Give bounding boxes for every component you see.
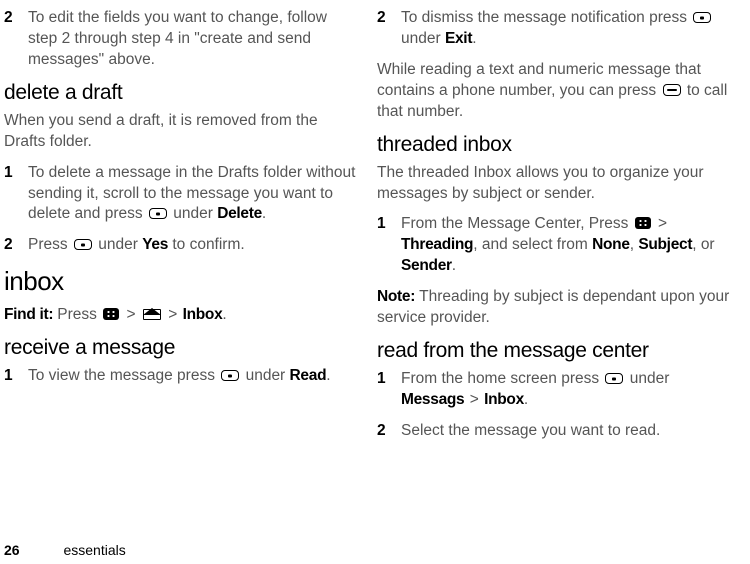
heading-receive-message: receive a message <box>4 336 357 360</box>
step-body: From the Message Center, Press > Threadi… <box>401 214 730 277</box>
text: , and select from <box>473 236 592 253</box>
step-threading-1: 1 From the Message Center, Press > Threa… <box>377 214 730 277</box>
text: Press <box>57 306 101 323</box>
step-number: 2 <box>4 8 28 71</box>
text: , or <box>692 236 714 253</box>
step-delete-2: 2 Press under Yes to confirm. <box>4 235 357 256</box>
text: . <box>524 391 528 408</box>
step-receive-1: 1 To view the message press under Read. <box>4 366 357 387</box>
step-readcenter-2: 2 Select the message you want to read. <box>377 421 730 442</box>
step-number: 2 <box>377 421 401 442</box>
bold-none: None <box>592 236 630 253</box>
step-body: To view the message press under Read. <box>28 366 357 387</box>
text: . <box>472 30 476 47</box>
bold-read: Read <box>290 367 327 384</box>
heading-threaded-inbox: threaded inbox <box>377 133 730 157</box>
step-readcenter-1: 1 From the home screen press under Messa… <box>377 369 730 411</box>
step-body: Press under Yes to confirm. <box>28 235 357 256</box>
right-column: 2 To dismiss the message notification pr… <box>377 8 730 536</box>
page-footer: 26 essentials <box>4 542 126 558</box>
menu-grid-icon <box>103 308 119 320</box>
bold-inbox: Inbox <box>484 391 524 408</box>
footer-section: essentials <box>63 542 125 558</box>
step-body: To edit the fields you want to change, f… <box>28 8 357 71</box>
step-number: 1 <box>377 369 401 411</box>
step-delete-1: 1 To delete a message in the Drafts fold… <box>4 163 357 226</box>
text: From the home screen press <box>401 370 603 387</box>
text: to confirm. <box>168 236 245 253</box>
find-it-label: Find it: <box>4 306 57 323</box>
softkey-icon <box>221 370 239 381</box>
step-number: 2 <box>377 8 401 50</box>
softkey-icon <box>605 373 623 384</box>
gt: > <box>658 215 667 232</box>
step-dismiss: 2 To dismiss the message notification pr… <box>377 8 730 50</box>
heading-delete-draft: delete a draft <box>4 81 357 105</box>
step-number: 1 <box>377 214 401 277</box>
text: under <box>630 370 670 387</box>
gt: > <box>470 391 479 408</box>
text: To view the message press <box>28 367 219 384</box>
left-column: 2 To edit the fields you want to change,… <box>4 8 357 536</box>
text: under <box>401 30 445 47</box>
bold-threading: Threading <box>401 236 473 253</box>
bold-subject: Subject <box>638 236 692 253</box>
note-threading: Note: Threading by subject is dependant … <box>377 287 730 329</box>
find-it-line: Find it: Press > > Inbox. <box>4 305 357 326</box>
envelope-icon <box>143 308 161 320</box>
step-body: To delete a message in the Drafts folder… <box>28 163 357 226</box>
para-threaded-intro: The threaded Inbox allows you to organiz… <box>377 163 730 205</box>
text: From the Message Center, Press <box>401 215 633 232</box>
softkey-icon <box>149 208 167 219</box>
text: . <box>222 306 226 323</box>
text: . <box>262 205 266 222</box>
bold-delete: Delete <box>217 205 262 222</box>
text: under <box>246 367 290 384</box>
step-body: Select the message you want to read. <box>401 421 730 442</box>
para-call-number: While reading a text and numeric message… <box>377 60 730 123</box>
text: under <box>173 205 217 222</box>
menu-grid-icon <box>635 217 651 229</box>
text: To dismiss the message notification pres… <box>401 9 691 26</box>
step-number: 1 <box>4 366 28 387</box>
page-number: 26 <box>4 542 20 558</box>
bold-inbox: Inbox <box>183 306 223 323</box>
step-body: From the home screen press under Messags… <box>401 369 730 411</box>
gt: > <box>127 306 136 323</box>
softkey-icon <box>693 12 711 23</box>
step-number: 2 <box>4 235 28 256</box>
gt: > <box>168 306 177 323</box>
bold-messags: Messags <box>401 391 464 408</box>
note-text: Threading by subject is dependant upon y… <box>377 288 729 326</box>
step-body: To dismiss the message notification pres… <box>401 8 730 50</box>
step-number: 1 <box>4 163 28 226</box>
text: While reading a text and numeric message… <box>377 61 701 99</box>
text: Press <box>28 236 72 253</box>
bold-yes: Yes <box>142 236 168 253</box>
bold-sender: Sender <box>401 257 452 274</box>
bold-exit: Exit <box>445 30 472 47</box>
heading-inbox: inbox <box>4 266 357 297</box>
note-label: Note: <box>377 288 419 305</box>
text: . <box>326 367 330 384</box>
text: . <box>452 257 456 274</box>
text: under <box>98 236 142 253</box>
softkey-icon <box>74 239 92 250</box>
heading-read-center: read from the message center <box>377 339 730 363</box>
page-content: 2 To edit the fields you want to change,… <box>0 0 750 536</box>
step-edit-fields: 2 To edit the fields you want to change,… <box>4 8 357 71</box>
call-key-icon <box>663 84 681 96</box>
para-delete-draft: When you send a draft, it is removed fro… <box>4 111 357 153</box>
